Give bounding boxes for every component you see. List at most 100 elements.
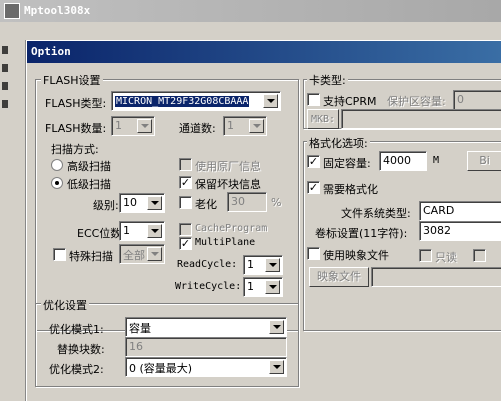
optimize-mode1-label: 优化模式1: [49, 323, 104, 336]
chevron-down-icon[interactable] [265, 258, 280, 272]
flash-type-label: FLASH类型: [45, 97, 107, 110]
optimize-mode1-value: 容量 [129, 322, 151, 335]
volume-label-input[interactable]: 3082 [419, 221, 501, 241]
chevron-down-icon[interactable] [147, 196, 162, 210]
background-text-fragment [2, 64, 8, 72]
aging-label: 老化 [195, 198, 217, 211]
write-cycle-value: 1 [247, 280, 254, 293]
multiplane-checkbox[interactable]: ✓ [179, 237, 192, 250]
multiplane-label: MultiPlane [195, 237, 256, 248]
optimize-settings-legend: 优化设置 [41, 297, 89, 313]
bi-button-label: Bi [479, 154, 490, 167]
fixed-capacity-checkbox[interactable]: ✓ [307, 155, 320, 168]
level-label: 级别: [93, 199, 119, 212]
chevron-down-icon[interactable] [147, 247, 162, 261]
volume-label-value: 3082 [423, 224, 451, 237]
keep-bad-block-label: 保留坏块信息 [195, 178, 261, 191]
keep-bad-block-checkbox[interactable]: ✓ [179, 176, 192, 189]
scan-low-radio[interactable] [51, 177, 63, 189]
background-text-fragment [2, 46, 8, 54]
scan-high-radio[interactable] [51, 159, 63, 171]
read-cycle-select[interactable]: 1 [243, 255, 283, 275]
special-scan-checkbox[interactable] [53, 248, 66, 261]
replace-blocks-label: 替换块数: [57, 343, 105, 356]
need-format-checkbox[interactable]: ✓ [307, 181, 320, 194]
use-factory-info-checkbox[interactable] [179, 158, 192, 171]
special-scan-value: 全部 [123, 249, 145, 262]
mkb-button-label: MKB: [310, 114, 336, 125]
capacity-input[interactable]: 4000 [379, 151, 427, 171]
readonly-label: 只读 [435, 251, 457, 264]
flash-type-value: MICRON_MT29F32G08CBAAA [115, 96, 250, 107]
app-icon [4, 3, 20, 19]
cache-program-checkbox[interactable] [179, 223, 192, 236]
image-file-button[interactable]: 映象文件 [309, 267, 369, 287]
fs-type-value: CARD [423, 204, 455, 217]
chevron-down-icon[interactable] [265, 280, 280, 294]
chevron-down-icon[interactable] [137, 119, 152, 133]
ecc-bits-label: ECC位数: [77, 227, 126, 240]
checkmark-icon: ✓ [180, 237, 191, 250]
optimize-mode2-select[interactable]: 0 (容量最大) [125, 357, 287, 377]
fs-type-input[interactable]: CARD [419, 201, 501, 221]
background-window-title-bar: Mptool308x [0, 0, 501, 22]
aging-checkbox[interactable] [179, 196, 192, 209]
level-value: 10 [123, 196, 137, 209]
cache-program-label: CacheProgram [195, 223, 268, 234]
optimize-mode1-select[interactable]: 容量 [125, 317, 287, 337]
read-cycle-value: 1 [247, 258, 254, 271]
flash-settings-legend: FLASH设置 [41, 72, 103, 88]
chevron-down-icon[interactable] [249, 119, 264, 133]
protect-capacity-label: 保护区容量: [387, 95, 446, 108]
read-cycle-label: ReadCycle: [177, 259, 238, 270]
aging-input[interactable]: 30 [227, 192, 267, 212]
scan-low-label: 低级扫描 [67, 178, 111, 191]
chevron-down-icon[interactable] [147, 224, 162, 238]
checkmark-icon: ✓ [180, 176, 191, 189]
background-window-title: Mptool308x [24, 4, 91, 17]
mkb-button[interactable]: MKB: [307, 109, 339, 129]
image-file-path-input[interactable] [371, 267, 501, 287]
protect-capacity-input[interactable]: 0 [453, 90, 501, 110]
channel-count-label: 通道数: [179, 122, 216, 135]
need-format-label: 需要格式化 [323, 183, 378, 196]
optimize-mode2-value: 0 (容量最大) [129, 362, 193, 375]
card-type-legend: 卡类型: [307, 72, 348, 88]
write-cycle-select[interactable]: 1 [243, 277, 283, 297]
format-options-legend: 格式化选项: [307, 135, 370, 151]
fixed-capacity-label: 固定容量: [323, 157, 371, 170]
checkmark-icon: ✓ [308, 155, 319, 168]
use-factory-info-label: 使用原厂信息 [195, 160, 261, 173]
chevron-down-icon[interactable] [263, 94, 278, 108]
flash-count-label: FLASH数量: [45, 122, 107, 135]
dialog-title-bar[interactable]: Option [27, 41, 501, 63]
protect-capacity-value: 0 [457, 93, 464, 106]
special-scan-select[interactable]: 全部 [119, 244, 165, 264]
chevron-down-icon[interactable] [269, 360, 284, 374]
image-file-button-label: 映象文件 [317, 270, 361, 283]
replace-blocks-value: 16 [129, 340, 143, 353]
capacity-unit: M [433, 155, 440, 166]
level-select[interactable]: 10 [119, 193, 165, 213]
support-cprm-checkbox[interactable] [307, 93, 320, 106]
mkb-path-input[interactable] [341, 109, 501, 129]
readonly-checkbox[interactable] [419, 249, 432, 262]
scan-high-label: 高级扫描 [67, 160, 111, 173]
support-cprm-label: 支持CPRM [323, 95, 377, 108]
flash-count-select[interactable]: 1 [111, 116, 155, 136]
use-image-label: 使用映象文件 [323, 249, 389, 262]
special-scan-label: 特殊扫描 [69, 250, 113, 263]
channel-count-select[interactable]: 1 [223, 116, 267, 136]
background-text-fragment [2, 100, 8, 108]
aging-value: 30 [231, 195, 245, 208]
ecc-bits-select[interactable]: 1 [119, 221, 165, 241]
extra-option-checkbox[interactable] [473, 249, 486, 262]
fs-type-label: 文件系统类型: [341, 207, 411, 220]
chevron-down-icon[interactable] [269, 320, 284, 334]
flash-type-select[interactable]: MICRON_MT29F32G08CBAAA [111, 91, 281, 111]
aging-unit: % [271, 196, 282, 209]
replace-blocks-input[interactable]: 16 [125, 337, 287, 357]
use-image-checkbox[interactable] [307, 247, 320, 260]
background-text-fragment [2, 82, 8, 90]
bi-button[interactable]: Bi [467, 151, 501, 171]
